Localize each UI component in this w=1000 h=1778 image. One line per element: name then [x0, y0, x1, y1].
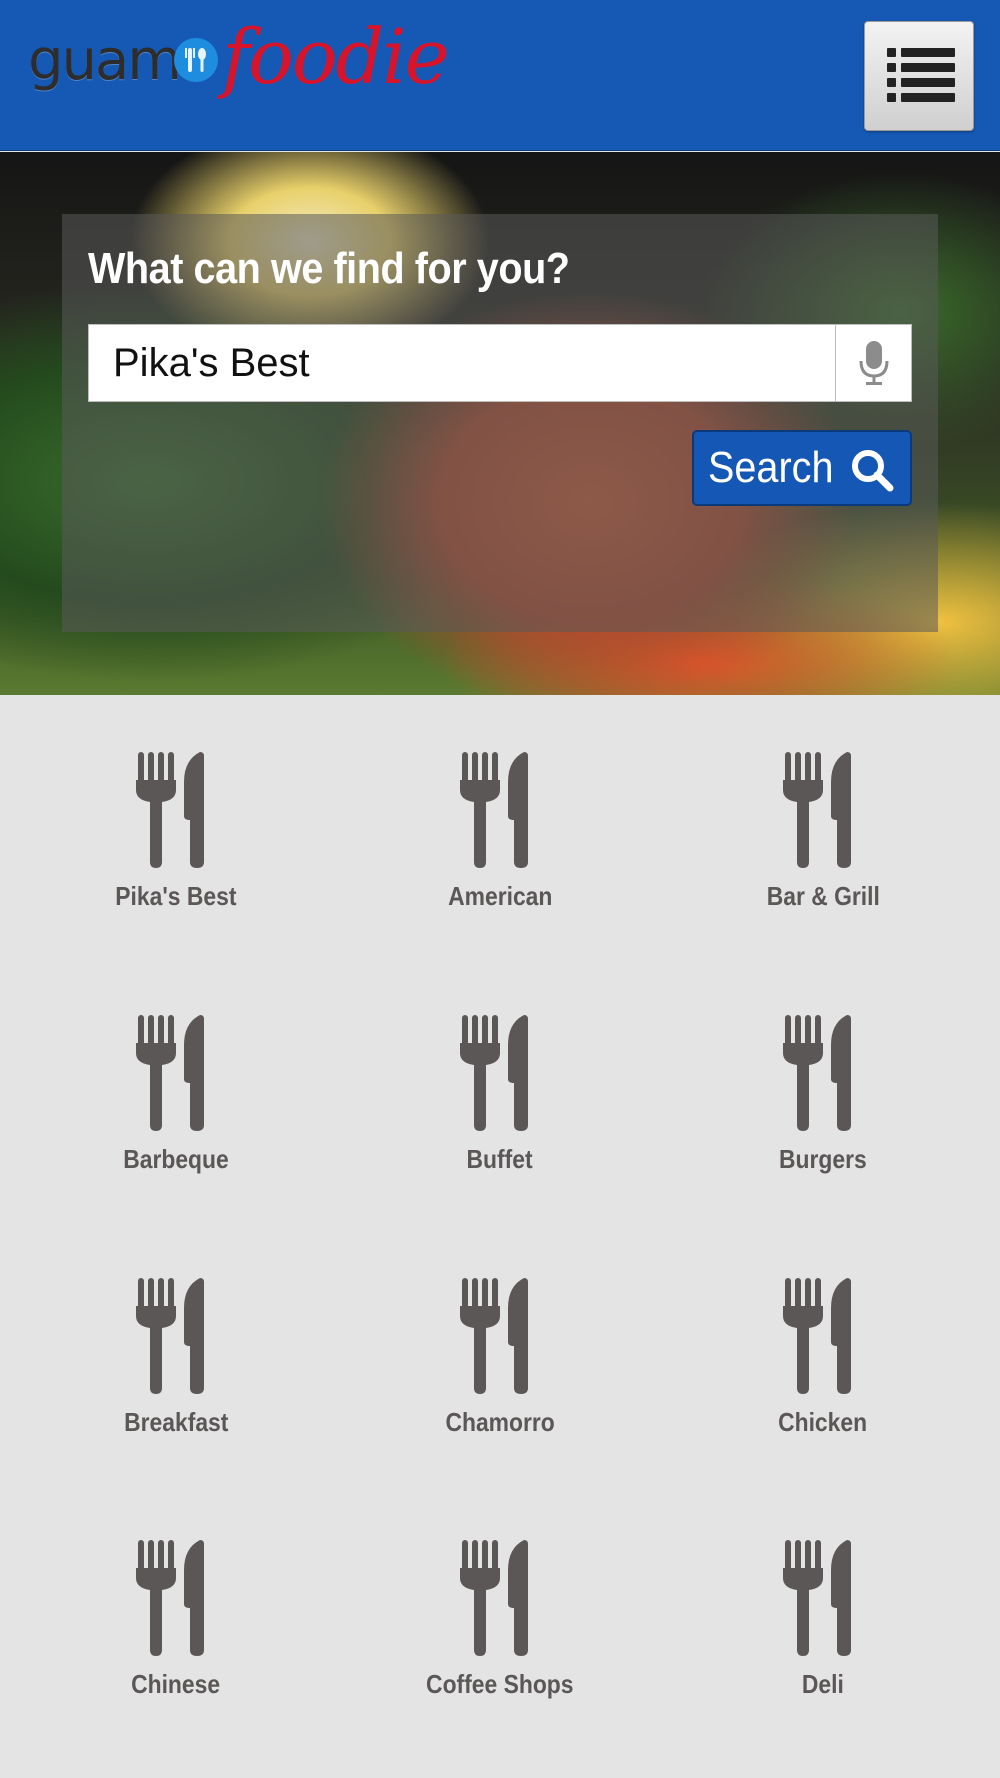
- fork-knife-icon: [783, 1015, 863, 1136]
- microphone-icon: [859, 341, 888, 385]
- search-heading: What can we find for you?: [88, 244, 570, 293]
- fork-knife-icon: [136, 1278, 216, 1399]
- category-item[interactable]: Breakfast: [56, 1278, 296, 1448]
- menu-button[interactable]: [864, 21, 974, 131]
- category-label: Chamorro: [445, 1407, 555, 1437]
- logo-fork-spoon-icon: [174, 38, 218, 82]
- category-item[interactable]: Burgers: [703, 1015, 943, 1185]
- category-item[interactable]: Pika's Best: [56, 752, 296, 922]
- category-label: Bar & Grill: [766, 881, 880, 911]
- fork-knife-icon: [460, 1540, 540, 1661]
- fork-knife-icon: [136, 752, 216, 873]
- category-label: Coffee Shops: [426, 1669, 574, 1699]
- fork-knife-icon: [783, 752, 863, 873]
- category-item[interactable]: Buffet: [380, 1015, 620, 1185]
- category-item[interactable]: American: [380, 752, 620, 922]
- search-button[interactable]: Search: [692, 430, 912, 506]
- logo-text-foodie: foodie: [222, 12, 450, 101]
- search-button-label: Search: [708, 443, 834, 492]
- category-label: Breakfast: [123, 1407, 229, 1437]
- fork-knife-icon: [460, 1278, 540, 1399]
- hero-food-image: What can we find for you? Search: [0, 152, 1000, 695]
- category-item[interactable]: Chicken: [703, 1278, 943, 1448]
- category-item[interactable]: Barbeque: [56, 1015, 296, 1185]
- fork-knife-icon: [783, 1278, 863, 1399]
- search-panel: What can we find for you? Search: [62, 214, 938, 632]
- logo-text-guam: guam: [28, 28, 182, 93]
- category-label: Chinese: [131, 1669, 221, 1699]
- category-label: Pika's Best: [115, 881, 237, 911]
- fork-knife-icon: [136, 1540, 216, 1661]
- app-header: guam foodie: [0, 0, 1000, 151]
- search-input[interactable]: [88, 324, 836, 402]
- category-label: Barbeque: [123, 1144, 229, 1174]
- guamfoodie-logo[interactable]: guam foodie: [28, 12, 450, 124]
- category-item[interactable]: Coffee Shops: [380, 1540, 620, 1710]
- fork-knife-icon: [136, 1015, 216, 1136]
- category-label: Buffet: [466, 1144, 534, 1174]
- fork-knife-icon: [460, 1015, 540, 1136]
- category-item[interactable]: Chamorro: [380, 1278, 620, 1448]
- category-item[interactable]: Bar & Grill: [703, 752, 943, 922]
- magnifier-icon: [852, 450, 894, 492]
- category-label: Deli: [802, 1669, 844, 1699]
- fork-knife-icon: [783, 1540, 863, 1661]
- category-grid: Pika's Best American Bar & Grill Barbequ…: [0, 695, 1000, 1778]
- category-label: Chicken: [778, 1407, 868, 1437]
- hamburger-list-icon: [887, 48, 955, 102]
- category-label: American: [447, 881, 553, 911]
- voice-search-button[interactable]: [835, 324, 912, 402]
- fork-knife-icon: [460, 752, 540, 873]
- category-label: Burgers: [779, 1144, 867, 1174]
- category-item[interactable]: Deli: [703, 1540, 943, 1710]
- category-item[interactable]: Chinese: [56, 1540, 296, 1710]
